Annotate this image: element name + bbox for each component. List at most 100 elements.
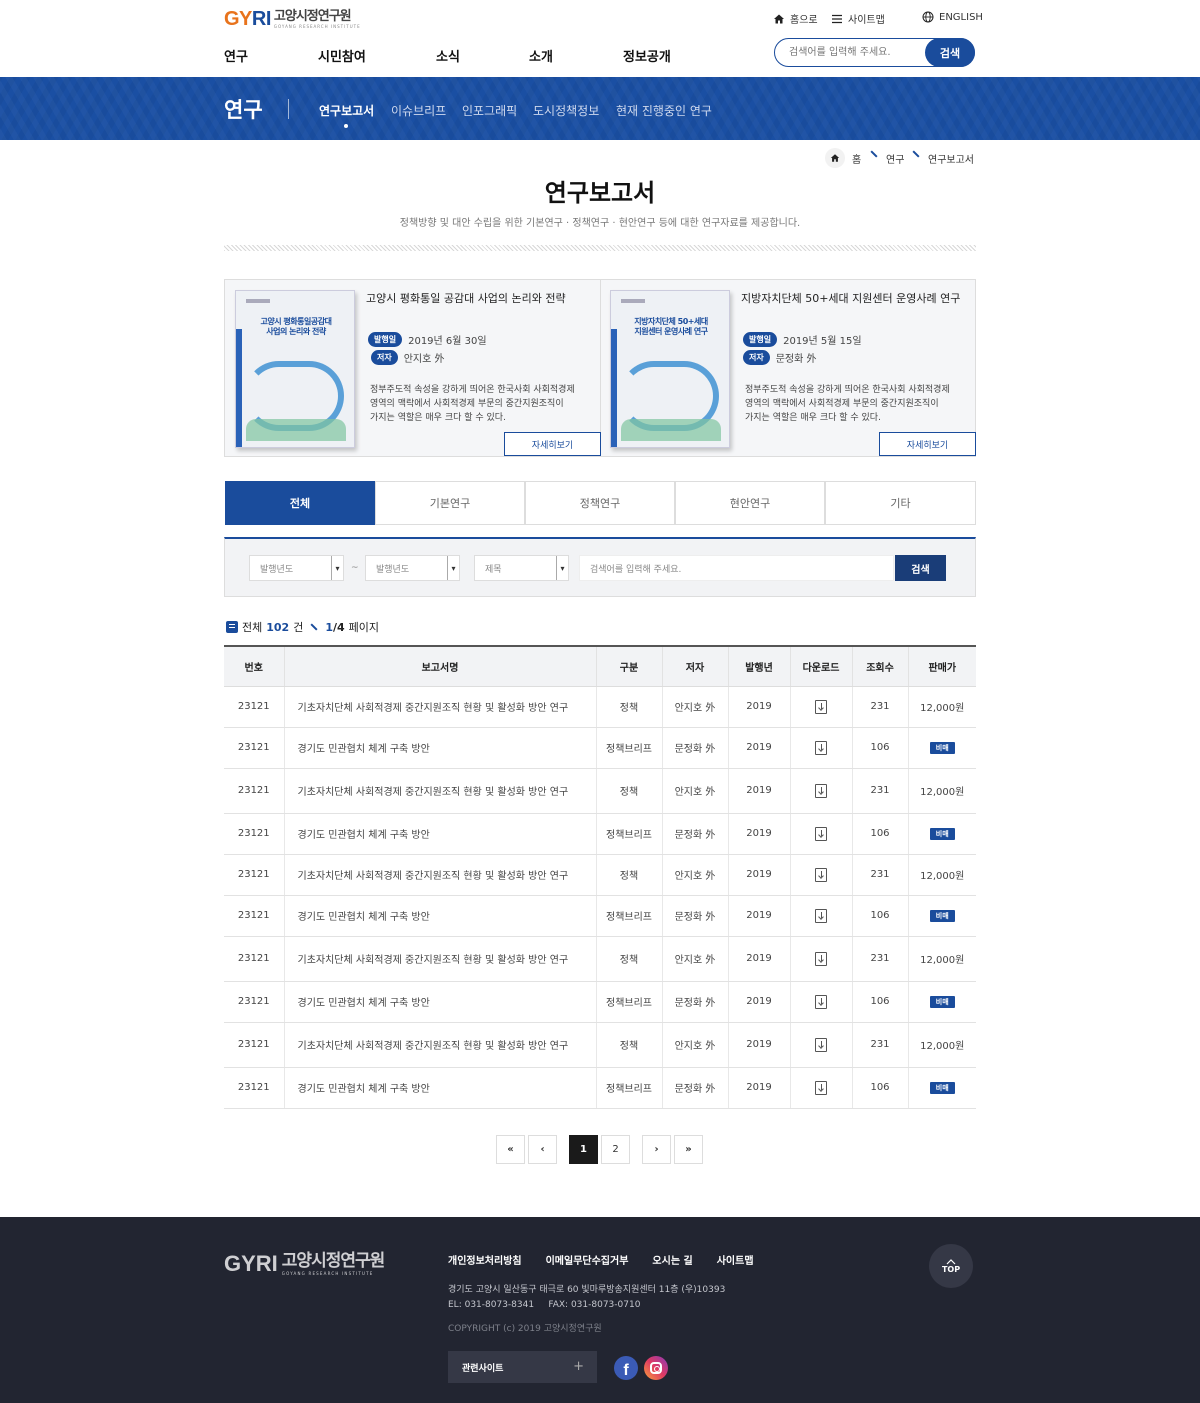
download-icon[interactable] <box>815 1037 827 1052</box>
subnav-infographic[interactable]: 인포그래픽 <box>462 102 517 119</box>
featured-title[interactable]: 고양시 평화통일 공감대 사업의 논리와 전략 <box>366 290 566 306</box>
tab-basic[interactable]: 기본연구 <box>375 481 525 525</box>
util-sitemap-label: 사이트맵 <box>848 15 885 26</box>
book-cover-image[interactable]: 고양시 평화통일공감대 사업의 논리와 전략 <box>235 290 355 448</box>
keyword-input[interactable]: 검색어를 입력해 주세요. <box>579 555 894 581</box>
table-row[interactable]: 23121 기초자치단체 사회적경제 중간지원조직 현황 및 활성화 방안 연구 정… <box>224 854 976 896</box>
logo-english: GOYANG RESEARCH INSTITUTE <box>273 24 361 29</box>
tab-current[interactable]: 현안연구 <box>675 481 825 525</box>
util-english-link[interactable]: ENGLISH <box>922 11 983 23</box>
download-icon[interactable] <box>815 826 827 841</box>
util-sitemap-link[interactable]: 사이트맵 <box>831 11 885 26</box>
download-icon[interactable] <box>815 908 827 923</box>
subnav-reports[interactable]: 연구보고서 <box>319 102 374 119</box>
cell-views: 106 <box>851 1067 908 1109</box>
date-badge: 발행일 <box>743 332 778 347</box>
facebook-icon[interactable]: f <box>614 1356 638 1380</box>
subnav-ongoing[interactable]: 현재 진행중인 연구 <box>616 102 712 119</box>
table-row[interactable]: 23121 경기도 민관협치 체계 구축 방안 정책브리프 문정화 外 2019 106 비… <box>224 1067 976 1109</box>
gnb-citizen[interactable]: 시민참여 <box>318 46 366 65</box>
last-page-button[interactable]: » <box>674 1135 703 1164</box>
cell-title[interactable]: 기초자치단체 사회적경제 중간지원조직 현황 및 활성화 방안 연구 <box>283 768 596 814</box>
footer-link-email[interactable]: 이메일무단수집거부 <box>546 1252 629 1267</box>
tab-all[interactable]: 전체 <box>225 481 375 525</box>
tab-etc[interactable]: 기타 <box>825 481 976 525</box>
prev-page-button[interactable]: ‹ <box>528 1135 557 1164</box>
more-button[interactable]: 자세히보기 <box>879 432 976 456</box>
cell-number: 23121 <box>224 768 284 814</box>
first-page-button[interactable]: « <box>496 1135 525 1164</box>
scroll-top-button[interactable]: TOP <box>929 1244 973 1288</box>
cell-title[interactable]: 기초자치단체 사회적경제 중간지원조직 현황 및 활성화 방안 연구 <box>283 1022 596 1068</box>
cell-title[interactable]: 경기도 민관협치 체계 구축 방안 <box>283 981 596 1023</box>
breadcrumb-item-research[interactable]: 연구 <box>886 151 904 166</box>
cell-type: 정책브리프 <box>595 981 662 1023</box>
download-icon[interactable] <box>815 1080 827 1095</box>
page-current: 1 <box>325 620 333 634</box>
subnav-issue-brief[interactable]: 이슈브리프 <box>391 102 446 119</box>
book-cover-image[interactable]: 지방자치단체 50+세대 지원센터 운영사례 연구 <box>610 290 730 448</box>
field-select[interactable]: 제목 ▾ <box>474 555 569 581</box>
table-row[interactable]: 23121 경기도 민관협치 체계 구축 방안 정책브리프 문정화 外 2019 106 비… <box>224 895 976 937</box>
gnb-disclosure[interactable]: 정보공개 <box>623 46 671 65</box>
range-tilde: ~ <box>351 563 359 573</box>
footer-link-directions[interactable]: 오시는 길 <box>652 1252 692 1267</box>
footer-logo-english: GOYANG RESEARCH INSTITUTE <box>281 1270 374 1276</box>
download-icon[interactable] <box>815 783 827 798</box>
download-icon[interactable] <box>815 994 827 1009</box>
gnb-news[interactable]: 소식 <box>436 46 460 65</box>
cell-title[interactable]: 경기도 민관협치 체계 구축 방안 <box>283 895 596 937</box>
tab-policy[interactable]: 정책연구 <box>525 481 675 525</box>
cell-title[interactable]: 기초자치단체 사회적경제 중간지원조직 현황 및 활성화 방안 연구 <box>283 936 596 982</box>
site-logo[interactable]: GYRI 고양시정연구원 GOYANG RESEARCH INSTITUTE <box>224 8 361 31</box>
download-icon[interactable] <box>815 867 827 882</box>
header-search-button[interactable]: 검색 <box>925 38 975 67</box>
cell-download <box>789 981 852 1023</box>
cover-bar <box>611 329 617 447</box>
cell-number: 23121 <box>224 813 284 855</box>
breadcrumb-item-home[interactable]: 홈 <box>852 151 861 166</box>
download-icon[interactable] <box>815 699 827 714</box>
table-row[interactable]: 23121 기초자치단체 사회적경제 중간지원조직 현황 및 활성화 방안 연구 정… <box>224 1022 976 1068</box>
year-from-select[interactable]: 발행년도 ▾ <box>249 555 344 581</box>
table-row[interactable]: 23121 기초자치단체 사회적경제 중간지원조직 현황 및 활성화 방안 연구 정… <box>224 936 976 982</box>
download-icon[interactable] <box>815 740 827 755</box>
table-row[interactable]: 23121 경기도 민관협치 체계 구축 방안 정책브리프 문정화 外 2019 106 비… <box>224 981 976 1023</box>
download-icon[interactable] <box>815 951 827 966</box>
cell-title[interactable]: 기초자치단체 사회적경제 중간지원조직 현황 및 활성화 방안 연구 <box>283 854 596 896</box>
year-to-select[interactable]: 발행년도 ▾ <box>365 555 460 581</box>
footer-link-privacy[interactable]: 개인정보처리방침 <box>448 1252 522 1267</box>
more-button[interactable]: 자세히보기 <box>504 432 601 456</box>
subnav-urban-policy[interactable]: 도시정책정보 <box>533 102 599 119</box>
header-search-input[interactable] <box>789 45 919 60</box>
table-row[interactable]: 23121 경기도 민관협치 체계 구축 방안 정책브리프 문정화 外 2019 106 비… <box>224 727 976 769</box>
filter-search-button[interactable]: 검색 <box>895 555 946 581</box>
cover-tag <box>621 299 645 303</box>
table-row[interactable]: 23121 기초자치단체 사회적경제 중간지원조직 현황 및 활성화 방안 연구 정… <box>224 768 976 814</box>
breadcrumb-separator <box>912 150 920 158</box>
table-row[interactable]: 23121 기초자치단체 사회적경제 중간지원조직 현황 및 활성화 방안 연구 정… <box>224 686 976 728</box>
footer-link-sitemap[interactable]: 사이트맵 <box>717 1252 754 1267</box>
breadcrumb-home[interactable] <box>825 148 845 168</box>
gnb-about[interactable]: 소개 <box>529 46 553 65</box>
cell-type: 정책 <box>595 1022 662 1068</box>
total-unit: 건 <box>293 621 304 634</box>
page-button-2[interactable]: 2 <box>601 1135 630 1164</box>
next-page-button[interactable]: › <box>642 1135 671 1164</box>
util-home-link[interactable]: 홈으로 <box>773 11 818 26</box>
cell-title[interactable]: 경기도 민관협치 체계 구축 방안 <box>283 727 596 769</box>
cell-title[interactable]: 경기도 민관협치 체계 구축 방안 <box>283 813 596 855</box>
author-badge: 저자 <box>743 350 770 365</box>
footer-logo: GYRI 고양시정연구원 GOYANG RESEARCH INSTITUTE <box>224 1251 385 1277</box>
gnb-research[interactable]: 연구 <box>224 46 248 65</box>
cell-type: 정책 <box>595 768 662 814</box>
instagram-icon[interactable] <box>644 1356 668 1380</box>
related-sites-select[interactable]: 관련사이트 + <box>448 1351 597 1383</box>
cell-title[interactable]: 경기도 민관협치 체계 구축 방안 <box>283 1067 596 1109</box>
featured-title[interactable]: 지방자치단체 50+세대 지원센터 운영사례 연구 <box>741 290 960 306</box>
logo-mark: GYRI <box>224 8 271 30</box>
table-row[interactable]: 23121 경기도 민관협치 체계 구축 방안 정책브리프 문정화 外 2019 106 비… <box>224 813 976 855</box>
report-table: 번호 보고서명 구분 저자 발행년 다운로드 조회수 판매가 23121 기초자치… <box>224 645 976 1109</box>
page-button-1[interactable]: 1 <box>569 1135 598 1164</box>
cell-title[interactable]: 기초자치단체 사회적경제 중간지원조직 현황 및 활성화 방안 연구 <box>283 686 596 728</box>
